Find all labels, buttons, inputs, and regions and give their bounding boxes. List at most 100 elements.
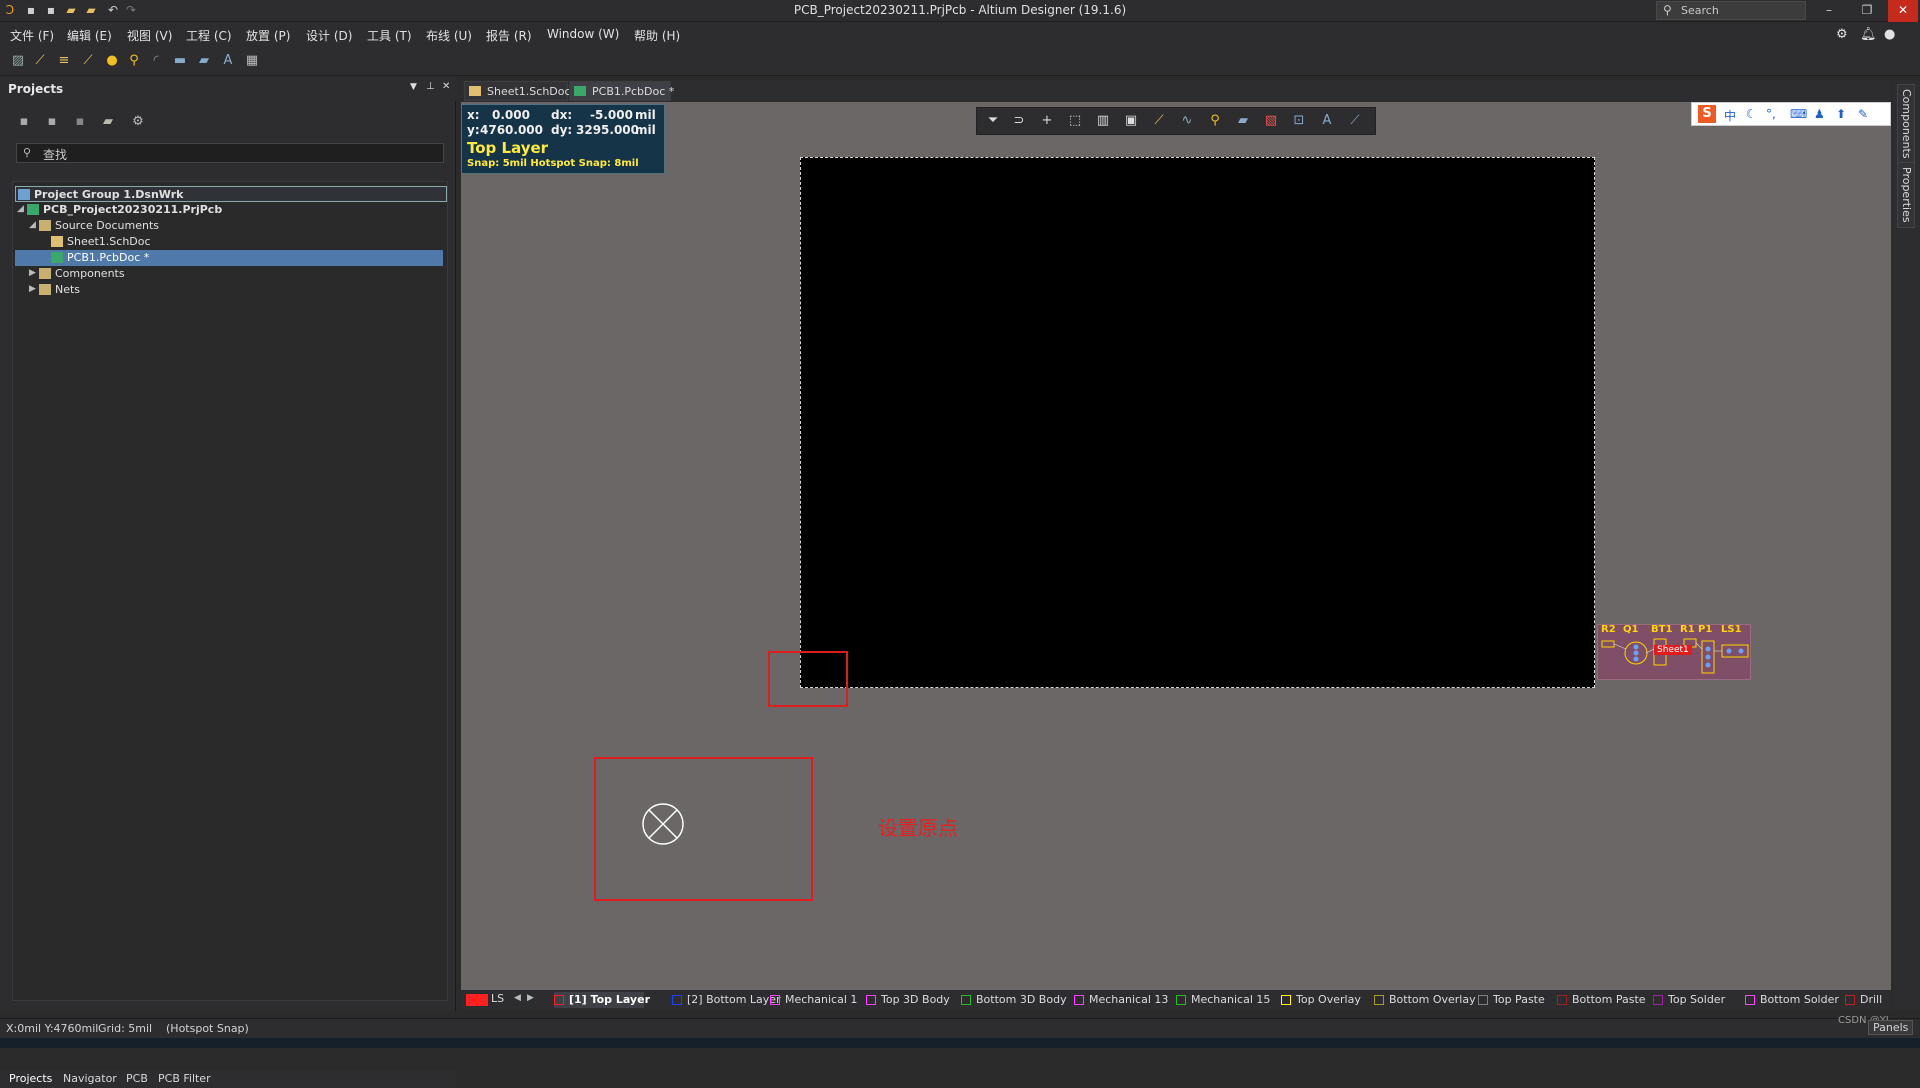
wrench-icon[interactable]: ✎ <box>1858 107 1868 121</box>
panel-menu-icon[interactable]: ▼ <box>410 82 417 92</box>
keepout-icon[interactable]: ▧ <box>1263 113 1279 129</box>
menu-tools[interactable]: 工具 (T) <box>367 27 412 44</box>
line-icon[interactable]: ⟋ <box>1347 113 1363 129</box>
menu-window[interactable]: Window (W) <box>547 27 619 41</box>
projects-search-input[interactable]: ⚲ 查找 <box>16 143 444 163</box>
save-all-icon[interactable]: ▪ <box>44 114 60 130</box>
expand-arrow-icon[interactable]: ◢ <box>29 218 39 233</box>
projects-panel-header: Projects ▼ ⊥ ✕ <box>0 77 456 101</box>
polygon-pour-icon[interactable]: ▰ <box>1235 113 1251 129</box>
scroll-left-icon[interactable]: ◀ <box>514 993 521 1003</box>
tree-item-project-group[interactable]: Project Group 1.DsnWrk <box>15 186 447 202</box>
close-doc-icon[interactable]: ▪ <box>72 114 88 130</box>
collapsed-arrow-icon[interactable]: ▶ <box>29 266 39 281</box>
arc-icon[interactable]: ◜ <box>148 53 164 69</box>
origin-marker-icon <box>642 803 684 845</box>
moon-icon[interactable]: ☾ <box>1746 107 1757 121</box>
expand-arrow-icon[interactable]: ◢ <box>17 202 27 217</box>
tab-sheet1-schdoc[interactable]: Sheet1.SchDoc <box>464 81 571 101</box>
place-via-icon[interactable]: ⚲ <box>1207 113 1223 129</box>
punctuation-icon[interactable]: °, <box>1766 107 1776 121</box>
bus-icon[interactable]: ≡ <box>56 53 72 69</box>
status-bar: X:0mil Y:4760mil Grid: 5mil (Hotspot Sna… <box>0 1015 1920 1038</box>
component-place-icon[interactable]: ▣ <box>1123 113 1139 129</box>
layer-tab[interactable]: [1] Top Layer <box>554 992 650 1008</box>
menu-place[interactable]: 放置 (P) <box>246 27 290 44</box>
fill-icon[interactable]: ▬ <box>172 53 188 69</box>
tree-item-pcb1[interactable]: PCB1.PcbDoc * <box>15 250 443 266</box>
notifications-icon[interactable]: 🔔︎ <box>1860 27 1877 42</box>
diff-pair-icon[interactable]: ⟋ <box>80 53 96 69</box>
tree-item-pcb-project[interactable]: ◢ PCB_Project20230211.PrjPcb <box>15 202 447 218</box>
settings-icon[interactable]: ⚙ <box>1836 27 1848 42</box>
via-icon[interactable]: ● <box>104 53 120 69</box>
hud-x-value: 0.000 <box>492 108 530 122</box>
crosshair-icon[interactable]: + <box>1039 113 1055 129</box>
interactive-route-icon[interactable]: ⟋ <box>1151 113 1167 129</box>
panel-close-icon[interactable]: ✕ <box>442 81 450 92</box>
component-icon[interactable]: ▦ <box>244 53 260 69</box>
tree-item-sheet1[interactable]: Sheet1.SchDoc <box>15 234 447 250</box>
menu-project[interactable]: 工程 (C) <box>186 27 232 44</box>
ls-button[interactable]: LS <box>491 992 504 1005</box>
pad-icon[interactable]: ⚲ <box>126 53 142 69</box>
layer-name: Drill <box>1860 993 1883 1006</box>
folder-settings-icon[interactable]: ▰ <box>100 114 116 130</box>
components-panel-tab[interactable]: Components <box>1897 84 1915 164</box>
maximize-button[interactable]: ❐ <box>1852 0 1882 22</box>
component-room[interactable]: R2 Q1 BT1 R1 P1 LS1 Sheet1 <box>1597 624 1751 680</box>
close-button[interactable]: ✕ <box>1888 0 1918 22</box>
tab-pcb-filter[interactable]: PCB Filter <box>158 1072 211 1085</box>
length-tune-icon[interactable]: ∿ <box>1179 113 1195 129</box>
pcb-board-shape[interactable] <box>800 157 1595 688</box>
search-box[interactable]: ⚲ Search <box>1656 1 1806 20</box>
pin-icon[interactable]: ⊥ <box>426 81 435 92</box>
snap-icon[interactable]: ⊃ <box>1011 113 1027 129</box>
string-icon[interactable]: A <box>1319 113 1335 129</box>
tab-pcb1-pcbdoc[interactable]: PCB1.PcbDoc * <box>569 81 674 101</box>
current-layer-swatch[interactable] <box>466 994 488 1006</box>
keyboard-icon[interactable]: ⌨ <box>1790 107 1807 121</box>
tree-item-source-documents[interactable]: ◢ Source Documents <box>15 218 447 234</box>
panels-button[interactable]: Panels <box>1868 1020 1914 1035</box>
save-icon[interactable]: ▪ <box>16 114 32 130</box>
status-coords: X:0mil Y:4760mil <box>6 1022 99 1035</box>
dimension-icon[interactable]: ⊡ <box>1291 113 1307 129</box>
tab-projects[interactable]: Projects <box>9 1072 52 1085</box>
menu-route[interactable]: 布线 (U) <box>426 27 472 44</box>
menu-design[interactable]: 设计 (D) <box>306 27 352 44</box>
tree-item-components[interactable]: ▶ Components <box>15 266 447 282</box>
route-icon[interactable]: ⟋ <box>32 53 48 69</box>
ime-mode-icon[interactable]: 中 <box>1724 107 1736 124</box>
menu-view[interactable]: 视图 (V) <box>127 27 172 44</box>
collapsed-arrow-icon[interactable]: ▶ <box>29 282 39 297</box>
tab-navigator[interactable]: Navigator <box>63 1072 117 1085</box>
text-icon[interactable]: A <box>220 53 236 69</box>
menu-reports[interactable]: 报告 (R) <box>486 27 532 44</box>
layer-name: Bottom Overlay <box>1389 993 1476 1006</box>
properties-panel-tab[interactable]: Properties <box>1897 162 1915 228</box>
layer-color-swatch <box>1374 995 1384 1005</box>
skin-icon[interactable]: ⬆ <box>1836 107 1846 121</box>
projects-panel-title: Projects <box>8 82 64 96</box>
tree-item-nets[interactable]: ▶ Nets <box>15 282 447 298</box>
layer-color-swatch <box>1074 995 1084 1005</box>
filter-icon[interactable]: ⏷ <box>985 113 1001 129</box>
folder-icon <box>39 220 51 231</box>
user-icon[interactable]: ♟ <box>1814 107 1825 121</box>
align-icon[interactable]: ▥ <box>1095 113 1111 129</box>
tab-pcb[interactable]: PCB <box>126 1072 148 1085</box>
user-account-icon[interactable]: ● <box>1884 27 1895 42</box>
select-area-icon[interactable]: ⬚ <box>1067 113 1083 129</box>
menu-help[interactable]: 帮助 (H) <box>634 27 680 44</box>
polygon-icon[interactable]: ▰ <box>196 53 212 69</box>
scroll-right-icon[interactable]: ▶ <box>527 993 534 1003</box>
minimize-button[interactable]: – <box>1814 0 1844 22</box>
ime-toolbar[interactable]: S 中 ☾ °, ⌨ ♟ ⬆ ✎ <box>1691 102 1891 126</box>
gear-icon[interactable]: ⚙ <box>130 114 146 130</box>
layer-name: Bottom Paste <box>1572 993 1646 1006</box>
menu-file[interactable]: 文件 (F) <box>10 27 54 44</box>
pcb-editor-canvas[interactable]: x: 0.000 dx: -5.000 mil y: 4760.000 dy: … <box>461 102 1891 990</box>
hatch-icon[interactable]: ▨ <box>10 53 26 69</box>
menu-edit[interactable]: 编辑 (E) <box>67 27 112 44</box>
